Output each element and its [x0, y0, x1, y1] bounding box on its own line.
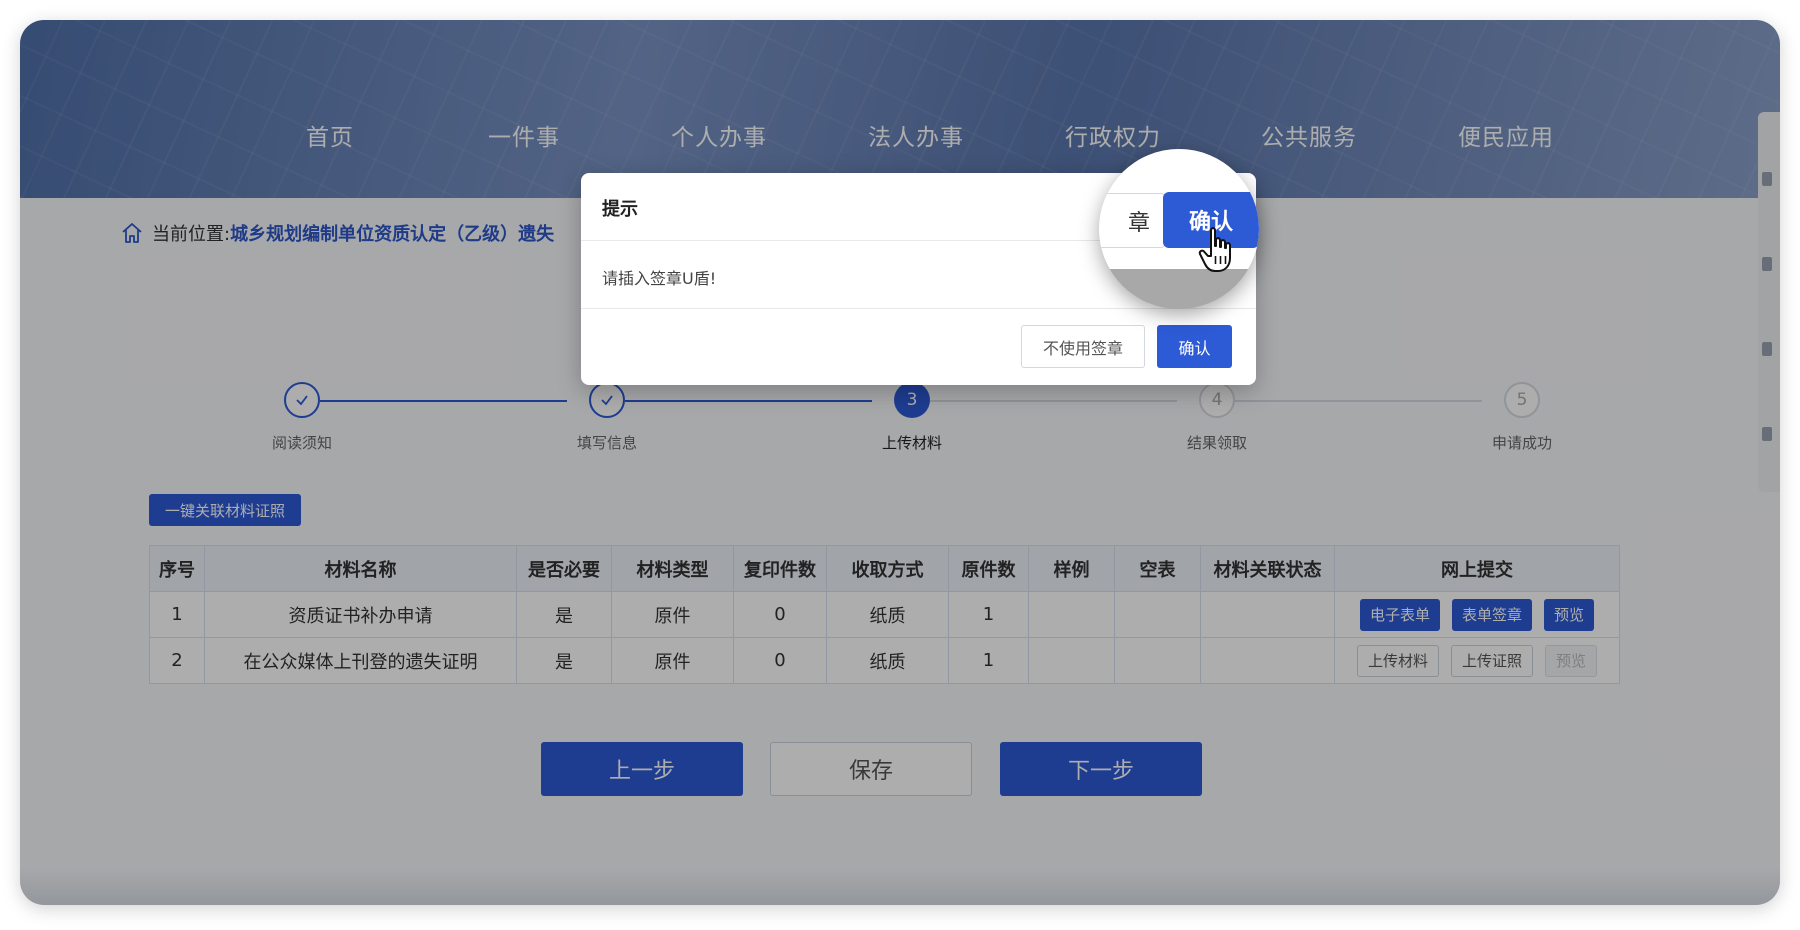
magnified-seal-button-edge: 章: [1099, 193, 1165, 248]
dialog-title: 提示: [602, 199, 638, 220]
modal-overlay: [20, 20, 1780, 905]
browser-frame: 首页 一件事 个人办事 法人办事 行政权力 公共服务 便民应用 当前位置: 城乡…: [20, 20, 1780, 905]
dialog-message: 请插入签章U盾!: [602, 269, 717, 288]
no-seal-button[interactable]: 不使用签章: [1021, 325, 1145, 368]
confirm-button[interactable]: 确认: [1157, 325, 1232, 368]
zoom-magnifier: 章 确认: [1099, 149, 1259, 309]
hand-pointer-icon: [1198, 227, 1231, 272]
dialog-divider: [581, 308, 1256, 309]
